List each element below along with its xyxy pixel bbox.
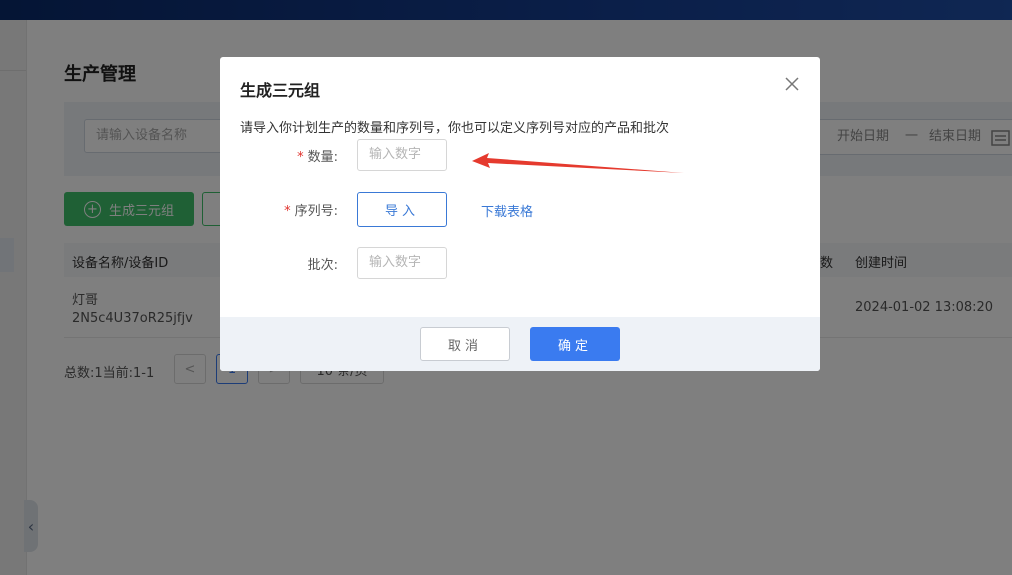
serial-label-text: 序列号: [294, 204, 338, 219]
batch-input[interactable]: 输入数字 [357, 247, 447, 279]
import-button[interactable]: 导入 [357, 192, 447, 227]
download-template-link[interactable]: 下载表格 [481, 201, 533, 220]
confirm-button[interactable]: 确定 [530, 327, 620, 361]
quantity-input[interactable]: 输入数字 [357, 139, 447, 171]
required-mark: * [297, 150, 304, 165]
batch-label: 批次: [307, 258, 338, 273]
quantity-label-text: 数量: [307, 150, 338, 165]
generate-triplet-dialog: 生成三元组 请导入你计划生产的数量和序列号，你也可以定义序列号对应的产品和批次 … [220, 57, 820, 371]
dialog-description: 请导入你计划生产的数量和序列号，你也可以定义序列号对应的产品和批次 [240, 121, 670, 136]
required-mark: * [284, 204, 291, 219]
serial-label: * 序列号: [260, 200, 338, 219]
quantity-label: * 数量: [280, 146, 338, 165]
close-icon[interactable] [780, 72, 804, 96]
dialog-footer [220, 317, 820, 371]
dialog-title: 生成三元组 [240, 81, 321, 100]
cancel-button[interactable]: 取消 [420, 327, 510, 361]
